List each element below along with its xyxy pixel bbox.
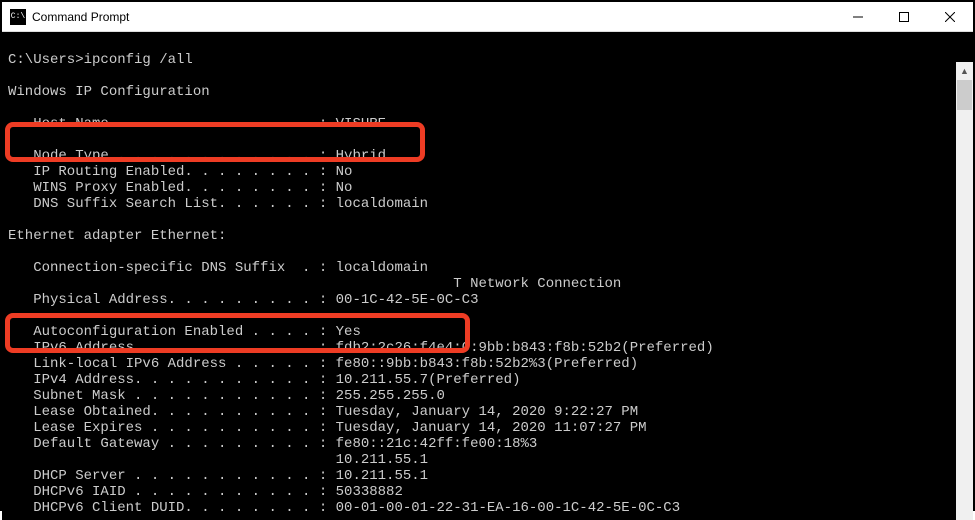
autoconfig-line: Autoconfiguration Enabled . . . . : Yes bbox=[8, 324, 361, 340]
dhcp-server-line: DHCP Server . . . . . . . . . . . : 10.2… bbox=[8, 468, 428, 484]
section-heading: Windows IP Configuration bbox=[8, 84, 210, 100]
gateway-line: Default Gateway . . . . . . . . . : fe80… bbox=[8, 436, 537, 452]
host-name-line: Host Name . . . . . . . . . . . . : VISU… bbox=[8, 116, 386, 132]
subnet-line: Subnet Mask . . . . . . . . . . . : 255.… bbox=[8, 388, 445, 404]
description-line: T Network Connection bbox=[8, 276, 621, 292]
dhcpv6-duid-line: DHCPv6 Client DUID. . . . . . . . : 00-0… bbox=[8, 500, 680, 516]
dns-suffix-line: DNS Suffix Search List. . . . . . : loca… bbox=[8, 196, 428, 212]
close-button[interactable] bbox=[927, 2, 973, 32]
linklocal-line: Link-local IPv6 Address . . . . . : fe80… bbox=[8, 356, 638, 372]
minimize-button[interactable] bbox=[835, 2, 881, 32]
cmd-prompt-line: C:\Users>ipconfig /all bbox=[8, 52, 193, 68]
scroll-thumb[interactable] bbox=[957, 80, 972, 110]
ip-routing-line: IP Routing Enabled. . . . . . . . : No bbox=[8, 164, 352, 180]
console-output[interactable]: C:\Users>ipconfig /all Windows IP Config… bbox=[2, 32, 973, 520]
lease-expires-line: Lease Expires . . . . . . . . . . : Tues… bbox=[8, 420, 647, 436]
ipv6-line: IPv6 Address. . . . . . . . . . . : fdb2… bbox=[8, 340, 714, 356]
wins-proxy-line: WINS Proxy Enabled. . . . . . . . : No bbox=[8, 180, 352, 196]
lease-obtained-line: Lease Obtained. . . . . . . . . . : Tues… bbox=[8, 404, 638, 420]
conn-dns-line: Connection-specific DNS Suffix . : local… bbox=[8, 260, 428, 276]
maximize-button[interactable] bbox=[881, 2, 927, 32]
ipv4-line: IPv4 Address. . . . . . . . . . . : 10.2… bbox=[8, 372, 520, 388]
section-heading: Ethernet adapter Ethernet: bbox=[8, 228, 226, 244]
node-type-line: Node Type . . . . . . . . . . . . : Hybr… bbox=[8, 148, 386, 164]
gateway-line-2: 10.211.55.1 bbox=[8, 452, 428, 468]
title-bar: C:\ Command Prompt bbox=[2, 2, 973, 32]
window-controls bbox=[835, 2, 973, 32]
dhcpv6-iaid-line: DHCPv6 IAID . . . . . . . . . . . : 5033… bbox=[8, 484, 403, 500]
scroll-up-arrow[interactable]: ▲ bbox=[956, 62, 973, 79]
cmd-icon: C:\ bbox=[10, 9, 26, 25]
physical-address-line: Physical Address. . . . . . . . . : 00-1… bbox=[8, 292, 478, 308]
vertical-scrollbar[interactable]: ▲ bbox=[956, 62, 973, 520]
window-title: Command Prompt bbox=[32, 10, 129, 24]
